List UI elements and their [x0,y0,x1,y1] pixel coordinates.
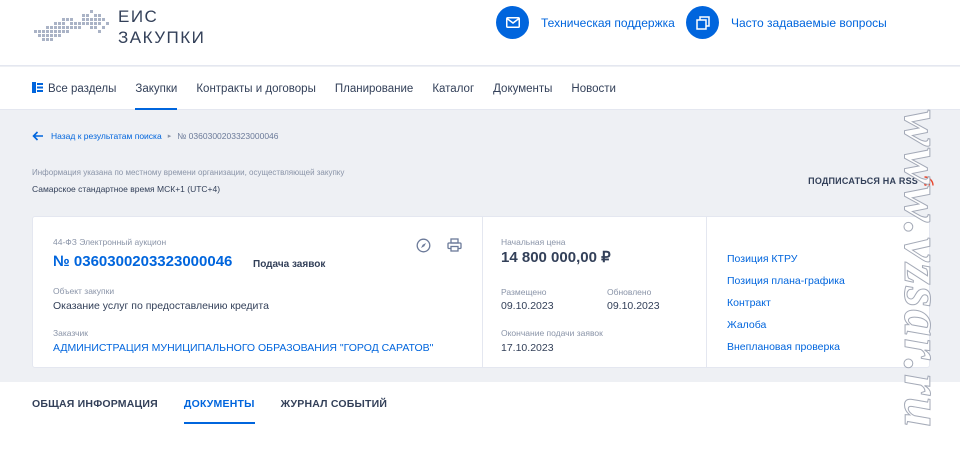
nav-item-news[interactable]: Новости [571,67,616,110]
nav-item-catalog[interactable]: Каталог [432,67,474,110]
logo-line2: ЗАКУПКИ [118,28,206,47]
print-icon[interactable] [446,237,462,253]
faq-icon [686,6,719,39]
mail-icon [496,6,529,39]
tab-documents[interactable]: ДОКУМЕНТЫ [183,382,255,426]
faq-label: Часто задаваемые вопросы [731,15,887,30]
deadline-value: 17.10.2023 [501,342,554,354]
registry-number[interactable]: № 0360300203323000046 [53,253,232,270]
customer-link[interactable]: АДМИНИСТРАЦИЯ МУНИЦИПАЛЬНОГО ОБРАЗОВАНИЯ… [53,342,433,354]
support-link[interactable]: Техническая поддержка [496,6,675,39]
back-label: Назад к результатам поиска [51,131,162,141]
nav-item-purchases[interactable]: Закупки [135,67,177,110]
status-badge: Подача заявок [253,259,326,270]
timezone-value: Самарское стандартное время МСК+1 (UTC+4… [32,184,221,194]
sections-icon [32,81,43,96]
tab-event-log[interactable]: ЖУРНАЛ СОБЫТИЙ [281,382,388,426]
tab-general-info[interactable]: ОБЩАЯ ИНФОРМАЦИЯ [32,382,158,426]
link-ktru[interactable]: Позиция КТРУ [727,253,797,265]
logo-line1: ЕИС [118,7,159,26]
nav-item-label: Все разделы [48,82,117,95]
nav-item-contracts[interactable]: Контракты и договоры [196,67,316,110]
tab-content-area [0,426,960,454]
eis-logo[interactable]: ЕИС ЗАКУПКИ [32,6,205,48]
chevron-right-icon: ▸ [167,133,172,140]
updated-value: 09.10.2023 [607,300,660,312]
link-contract[interactable]: Контракт [727,297,771,309]
object-label: Объект закупки [53,286,115,296]
watermark: www.vzsar.ru [893,109,954,430]
support-label: Техническая поддержка [541,15,675,30]
purchase-tabs: ОБЩАЯ ИНФОРМАЦИЯ ДОКУМЕНТЫ ЖУРНАЛ СОБЫТИ… [0,382,960,426]
updated-label: Обновлено [607,287,652,297]
purchase-price-dates: Начальная цена 14 800 000,00 ₽ Размещено… [483,217,707,367]
arrow-left-icon [32,131,43,141]
nav-item-documents[interactable]: Документы [493,67,552,110]
object-value: Оказание услуг по предоставлению кредита [53,300,269,312]
main-nav: Все разделы Закупки Контракты и договоры… [0,67,960,110]
nav-item-planning[interactable]: Планирование [335,67,413,110]
breadcrumb-current: № 0360300203323000046 [177,131,279,141]
timezone-note: Информация указана по местному времени о… [32,168,345,177]
russia-map-icon [34,10,109,41]
link-unscheduled-check[interactable]: Внеплановая проверка [727,341,840,353]
compass-icon[interactable] [415,237,431,253]
link-plan-schedule[interactable]: Позиция плана-графика [727,275,845,287]
law-type: 44-ФЗ Электронный аукцион [53,237,167,247]
back-to-results-link[interactable]: Назад к результатам поиска [32,131,162,141]
price-label: Начальная цена [501,237,566,247]
site-header: ЕИС ЗАКУПКИ Техническая поддержка Часто … [0,0,960,66]
purchase-main-info: 44-ФЗ Электронный аукцион № 036030020332… [33,217,483,367]
deadline-label: Окончание подачи заявок [501,328,603,338]
customer-label: Заказчик [53,328,88,338]
nav-item-all-sections[interactable]: Все разделы [32,67,116,110]
published-value: 09.10.2023 [501,300,554,312]
price-value: 14 800 000,00 ₽ [501,249,611,266]
published-label: Размещено [501,287,547,297]
link-complaint[interactable]: Жалоба [727,319,766,331]
faq-link[interactable]: Часто задаваемые вопросы [686,6,887,39]
purchase-card: 44-ФЗ Электронный аукцион № 036030020332… [32,216,930,368]
breadcrumb: Назад к результатам поиска ▸ № 036030020… [32,131,279,141]
